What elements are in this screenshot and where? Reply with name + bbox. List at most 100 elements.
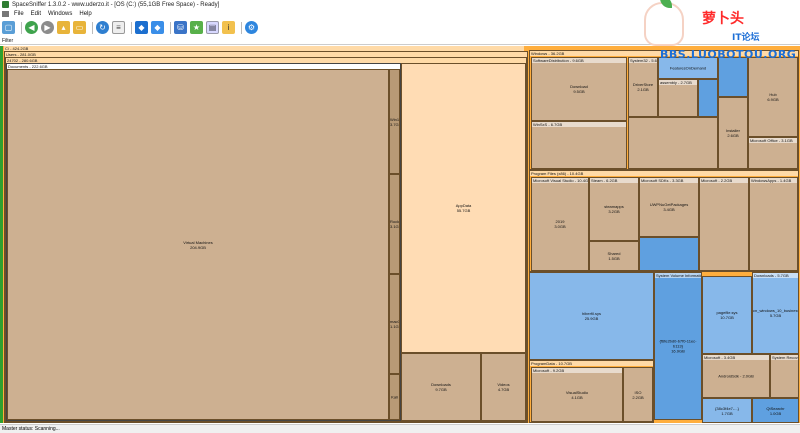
vm-win11[interactable]: Win11 3.7GB: [389, 69, 400, 174]
shared-label: Shared 1.5GB: [607, 251, 621, 261]
steam-label: Steam - 6.2GB: [590, 178, 638, 183]
system-recovery-folder[interactable]: System Recovery: [770, 354, 799, 398]
folder-up-icon[interactable]: ▴: [57, 21, 70, 34]
installer-folder[interactable]: Installer 2.6GB: [718, 97, 748, 169]
pfx86-blue-files[interactable]: [639, 237, 699, 271]
features-label: FeaturesOnDemand: [669, 65, 707, 71]
documents-folder[interactable]: Documents - 222.6GB Virtual Machines 204…: [6, 63, 401, 421]
windows-label: Windows - 36.2GB: [530, 51, 798, 56]
folder-icon[interactable]: ▭: [73, 21, 86, 34]
windows-misc-block[interactable]: [628, 117, 718, 169]
windows-blue-files[interactable]: [718, 57, 748, 97]
status-text: Master status: Scanning...: [2, 426, 60, 432]
menu-edit[interactable]: Edit: [31, 11, 41, 17]
hub-folder[interactable]: Hub 6.9GB: [748, 57, 798, 137]
ms-sdks-folder[interactable]: Microsoft SDKs - 3.3GB UWPNuGetPackages …: [639, 177, 699, 237]
users-folder[interactable]: Users - 281.0GB 24702 - 280.6GB Document…: [4, 51, 528, 423]
programdata-folder[interactable]: ProgramData - 10.7GB Microsoft - 9.2GB V…: [529, 360, 654, 423]
videos-folder[interactable]: Videos 4.7GB: [481, 353, 526, 421]
system-volume-info-label: System Volume Information: [655, 273, 701, 278]
softwaredistribution-label: SoftwareDistribution - 9.6GB: [532, 58, 626, 63]
app-icon: [2, 1, 9, 8]
virtual-machines-folder[interactable]: Virtual Machines 204.9GB: [7, 69, 389, 420]
winsxs-label: WinSxS - 6.7GB: [532, 122, 626, 127]
treemap-view[interactable]: C\ - 424.2GB Users - 281.0GB 24702 - 280…: [0, 46, 800, 423]
pagefile-file[interactable]: pagefile.sys 10.7GB: [702, 276, 752, 354]
settings-icon[interactable]: ⚙: [245, 21, 258, 34]
title-bar: SpaceSniffer 1.3.0.2 - www.uderzo.it - […: [0, 0, 800, 9]
cn-windows-label: cn_windows_10_business 5.7GB: [753, 308, 799, 318]
ms-sdks-label: Microsoft SDKs - 3.3GB: [640, 178, 698, 183]
programdata-misc[interactable]: ISO 2.2GB: [623, 367, 653, 422]
menu-file[interactable]: File: [14, 11, 24, 17]
microsoft3-label: Microsoft - 3.4GB: [703, 355, 769, 360]
shared-folder[interactable]: Shared 1.5GB: [589, 241, 639, 271]
downloads-folder[interactable]: Downloads 9.7GB: [401, 353, 481, 421]
refresh-icon[interactable]: ↻: [96, 21, 109, 34]
softwaredistribution-folder[interactable]: SoftwareDistribution - 9.6GB Download 9.…: [531, 57, 627, 121]
cube-icon[interactable]: ◆: [135, 21, 148, 34]
windowsapps-folder[interactable]: WindowsApps - 1.4GB: [749, 177, 798, 271]
hub-label: Hub 6.9GB: [767, 92, 779, 102]
vm-win11-label: Win11 3.7GB: [390, 116, 400, 127]
back-icon[interactable]: ◀: [25, 21, 38, 34]
filter-bar[interactable]: Filter: [0, 37, 800, 45]
visual-studio-label: Microsoft Visual Studio - 10.4GB: [532, 178, 588, 183]
assembly-folder[interactable]: assembly - 2.7GB: [658, 79, 698, 117]
features-folder[interactable]: FeaturesOnDemand: [658, 57, 718, 79]
windowsapps-label: WindowsApps - 1.4GB: [750, 178, 797, 183]
pagefile-label: pagefile.sys 10.7GB: [716, 310, 738, 320]
microsoft2-folder[interactable]: Microsoft - 9.2GB VisualStudio 4.1GB: [531, 367, 623, 422]
menu-windows[interactable]: Windows: [48, 11, 72, 17]
document-icon[interactable]: ≡: [112, 21, 125, 34]
microsoft-x86-folder[interactable]: Microsoft - 2.2GB: [699, 177, 749, 271]
visual-studio-folder[interactable]: Microsoft Visual Studio - 10.4GB 2019 3.…: [531, 177, 589, 271]
swapfile-label: {f6fe2bd0-b7f0-11ec-b113} 16.9GB: [659, 338, 697, 354]
downloads-right-folder[interactable]: Downloads - 5.7GB cn_windows_10_business…: [752, 272, 799, 354]
hiberfil-file[interactable]: hiberfil.sys 25.9GB: [529, 272, 654, 360]
vm-macos-label: macOS 1.1GB: [390, 319, 399, 329]
menu-help[interactable]: Help: [79, 11, 91, 17]
videos-label: Videos 4.7GB: [497, 382, 510, 392]
ms-office-folder[interactable]: Microsoft Office - 3.1GB: [748, 137, 798, 169]
forward-icon[interactable]: ▶: [41, 21, 54, 34]
user-folder[interactable]: 24702 - 280.6GB Documents - 222.6GB Virt…: [5, 57, 527, 422]
network-icon[interactable]: ⛁: [174, 21, 187, 34]
appdata-folder[interactable]: AppData 55.7GB: [401, 63, 526, 353]
toolbar-separator: [170, 21, 171, 34]
filter-label: Filter: [2, 37, 14, 44]
vm-kali[interactable]: Kali: [389, 374, 400, 420]
star-icon[interactable]: ★: [190, 21, 203, 34]
cube-alt-icon[interactable]: ◆: [151, 21, 164, 34]
menu-app-icon[interactable]: [2, 10, 9, 17]
system-blue-block[interactable]: [698, 79, 718, 117]
vm-macos[interactable]: macOS 1.1GB: [389, 274, 400, 374]
vm-rocky-label: Rocky 3.1GB: [390, 219, 400, 229]
qtemp-folder[interactable]: {38c3f4e7-...} 1.7GB: [702, 398, 752, 423]
system-recovery-label: System Recovery: [771, 355, 798, 360]
qtsearch-folder[interactable]: QtSearchr 1.0GB: [752, 398, 799, 423]
vs2019-label: 2019 3.0GB: [554, 219, 566, 229]
microsoft3-folder[interactable]: Microsoft - 3.4GB AndroidSdk - 2.0GB: [702, 354, 770, 398]
menu-bar: File Edit Windows Help: [0, 9, 800, 18]
programdata-misc-label: ISO 2.2GB: [632, 389, 644, 400]
downloads-right-label: Downloads - 5.7GB: [753, 273, 798, 278]
steam-folder[interactable]: Steam - 6.2GB steamapps 3.2GB: [589, 177, 639, 241]
appdata-label: AppData 55.7GB: [455, 203, 472, 213]
virtual-machines-label: Virtual Machines 204.9GB: [183, 239, 213, 250]
vm-rocky[interactable]: Rocky 3.1GB: [389, 174, 400, 274]
system-volume-info-folder[interactable]: System Volume Information {f6fe2bd0-b7f0…: [654, 272, 702, 420]
windows-folder[interactable]: Windows - 36.2GB SoftwareDistribution - …: [529, 50, 799, 170]
assembly-label: assembly - 2.7GB: [659, 80, 697, 85]
system32-folder[interactable]: System32 - 5.6GB DriverStore 2.1GB: [628, 57, 658, 117]
new-scan-icon[interactable]: ▢: [2, 21, 15, 34]
root-accent-strip: [0, 46, 3, 423]
hiberfil-label: hiberfil.sys 25.9GB: [582, 311, 601, 321]
info-icon[interactable]: i: [222, 21, 235, 34]
vm-kali-label: Kali: [391, 394, 398, 400]
export-icon[interactable]: ▤: [206, 21, 219, 34]
toolbar: ▢ ◀ ▶ ▴ ▭ ↻ ≡ ◆ ◆ ⛁ ★ ▤ i ⚙: [0, 19, 800, 36]
winsxs-folder[interactable]: WinSxS - 6.7GB: [531, 121, 627, 169]
program-files-x86-folder[interactable]: Program Files (x86) - 10.4GB Microsoft V…: [529, 170, 799, 272]
toolbar-separator: [92, 21, 93, 34]
